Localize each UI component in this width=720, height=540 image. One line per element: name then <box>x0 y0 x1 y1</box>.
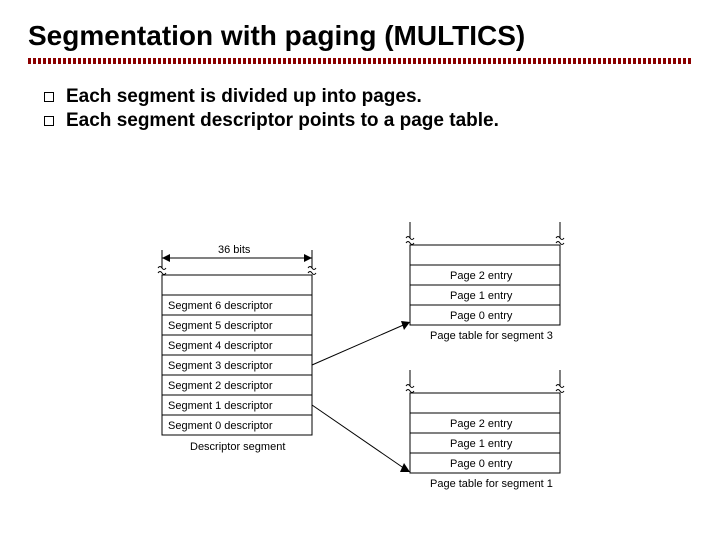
bullet-item: Each segment is divided up into pages. <box>44 86 692 108</box>
hatched-rule <box>28 58 692 64</box>
page-row: Page 2 entry <box>450 270 513 282</box>
descriptor-caption: Descriptor segment <box>190 441 285 453</box>
page-row: Page 0 entry <box>450 458 513 470</box>
diagram: 36 bits Segment 6 descriptor Segment 5 d… <box>0 220 720 540</box>
bullet-icon <box>44 116 54 126</box>
page-table-1: Page 2 entry Page 1 entry Page 0 entry P… <box>406 370 564 490</box>
bullet-text: Each segment descriptor points to a page… <box>66 110 499 132</box>
page-row: Page 1 entry <box>450 438 513 450</box>
bullet-text: Each segment is divided up into pages. <box>66 86 422 108</box>
page-table-caption: Page table for segment 3 <box>430 330 553 342</box>
page-title: Segmentation with paging (MULTICS) <box>28 20 692 52</box>
page-table-3: Page 2 entry Page 1 entry Page 0 entry P… <box>406 222 564 342</box>
bullet-list: Each segment is divided up into pages. E… <box>44 86 692 132</box>
width-label: 36 bits <box>218 244 251 256</box>
descriptor-row: Segment 1 descriptor <box>168 400 273 412</box>
bullet-icon <box>44 92 54 102</box>
descriptor-row: Segment 2 descriptor <box>168 380 273 392</box>
descriptor-row: Segment 6 descriptor <box>168 300 273 312</box>
descriptor-row: Segment 4 descriptor <box>168 340 273 352</box>
bullet-item: Each segment descriptor points to a page… <box>44 110 692 132</box>
descriptor-row: Segment 3 descriptor <box>168 360 273 372</box>
descriptor-row: Segment 5 descriptor <box>168 320 273 332</box>
page-row: Page 1 entry <box>450 290 513 302</box>
descriptor-row: Segment 0 descriptor <box>168 420 273 432</box>
page-table-caption: Page table for segment 1 <box>430 478 553 490</box>
descriptor-table: Segment 6 descriptor Segment 5 descripto… <box>162 295 312 435</box>
page-row: Page 2 entry <box>450 418 513 430</box>
page-row: Page 0 entry <box>450 310 513 322</box>
